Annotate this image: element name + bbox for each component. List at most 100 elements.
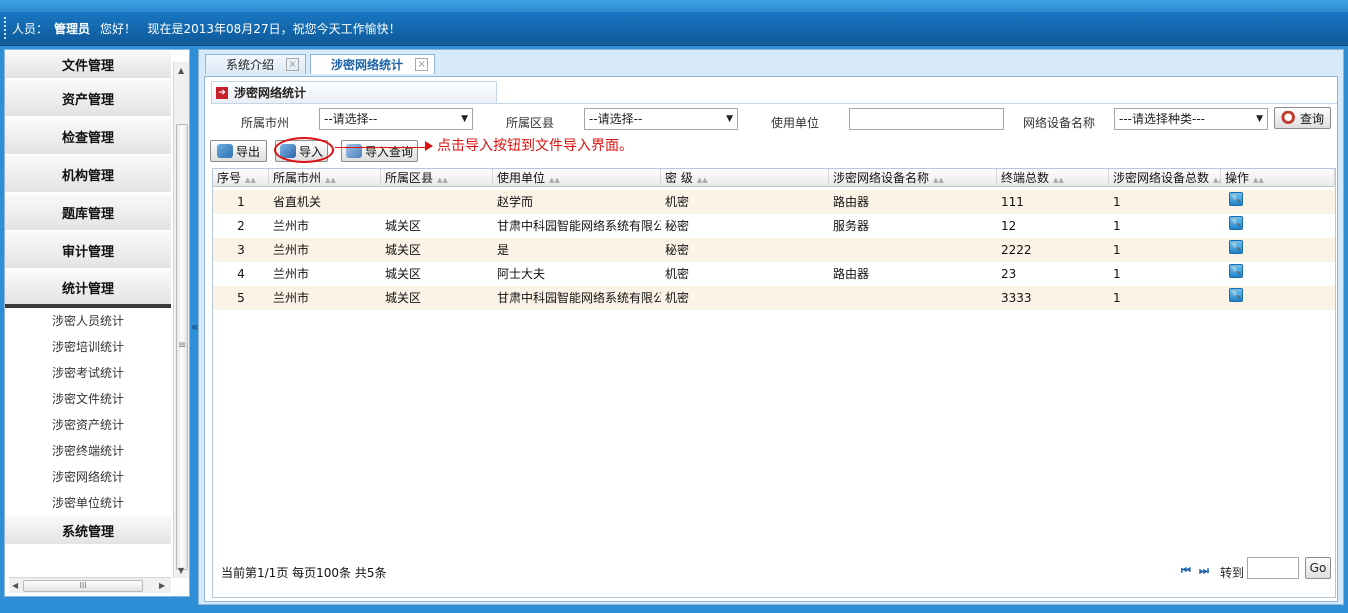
menu-section-file[interactable]: 文件管理 [5, 50, 171, 80]
tab-label: 系统介绍 [226, 58, 275, 72]
content-panel: ➜ 涉密网络统计 所属市州 --请选择-- ▼ 所属区县 --请选择-- ▼ 使… [204, 76, 1338, 602]
cell-unit: 是 [497, 243, 510, 257]
city-select-value: --请选择-- [324, 112, 378, 126]
export-button-label: 导出 [236, 144, 261, 159]
column-header-index[interactable]: 序号 ▲▲ [213, 169, 269, 187]
cell-device: 路由器 [833, 267, 870, 281]
table-row[interactable]: 4 兰州市 城关区 阿士大夫 机密 路由器 23 1 🔍 [213, 262, 1335, 286]
table-row[interactable]: 3 兰州市 城关区 是 秘密 2222 1 🔍 [213, 238, 1335, 262]
view-details-icon[interactable]: 🔍 [1229, 264, 1243, 278]
horizontal-scroll-thumb[interactable]: III [23, 580, 143, 592]
tab-system-intro[interactable]: 系统介绍 × [205, 54, 307, 74]
sidebar-vertical-scrollbar[interactable]: ▲ ≡ ▼ [173, 62, 189, 578]
cell-device-total: 1 [1113, 243, 1121, 257]
last-page-icon[interactable]: ⏭ [1199, 564, 1209, 578]
filter-bar: 所属市州 --请选择-- ▼ 所属区县 --请选择-- ▼ 使用单位 网络设备名… [211, 103, 1337, 133]
menu-section-organization[interactable]: 机构管理 [5, 156, 171, 194]
sort-icon: ▲▲ [245, 176, 256, 184]
cell-county [381, 190, 493, 214]
cell-index: 2 [237, 219, 245, 233]
column-header-action[interactable]: 操作 ▲▲ [1221, 169, 1335, 187]
column-header-device-total[interactable]: 涉密网络设备总数▲▲ [1109, 169, 1221, 187]
sort-icon: ▲▲ [325, 176, 336, 184]
main-area: 系统介绍 × 涉密网络统计 × ➜ 涉密网络统计 所属市州 --请选择-- ▼ … [198, 49, 1344, 605]
cell-city: 兰州市 [273, 243, 310, 257]
import-query-button[interactable]: 导入查询 [341, 140, 419, 162]
cell-city: 兰州市 [273, 267, 310, 281]
query-button[interactable]: 查询 [1274, 107, 1332, 129]
sidebar-item-network-stats[interactable]: 涉密网络统计 [5, 464, 171, 490]
import-query-button-label: 导入查询 [365, 144, 414, 159]
view-details-icon[interactable]: 🔍 [1229, 288, 1243, 302]
annotation-line [335, 147, 427, 148]
sort-icon: ▲▲ [696, 176, 708, 184]
column-header-device-name[interactable]: 涉密网络设备名称 ▲▲ [829, 169, 997, 187]
column-header-unit[interactable]: 使用单位 ▲▲ [493, 169, 661, 187]
greeting: 您好！ [100, 22, 137, 36]
scroll-right-arrow-icon[interactable]: ▶ [159, 581, 165, 590]
table-row[interactable]: 2 兰州市 城关区 甘肃中科园智能网络系统有限公 秘密 服务器 12 1 🔍 [213, 214, 1335, 238]
arrow-icon: ➜ [216, 86, 228, 99]
top-header: 人员： 管理员 您好！ 现在是2013年08月27日，祝您今天工作愉快！ [0, 0, 1348, 46]
first-page-icon[interactable]: ⏮ [1181, 564, 1191, 578]
export-button[interactable]: 导出 [210, 140, 268, 162]
table-row[interactable]: 5 兰州市 城关区 甘肃中科园智能网络系统有限公 机密 3333 1 🔍 [213, 286, 1335, 310]
device-select[interactable]: ---请选择种类--- ▼ [1114, 108, 1268, 130]
column-header-level[interactable]: 密 级 ▲▲ [661, 169, 829, 187]
sidebar-item-exam-stats[interactable]: 涉密考试统计 [5, 360, 171, 386]
menu-section-statistics[interactable]: 统计管理 [5, 270, 171, 308]
grid-header: 序号 ▲▲ 所属市州 ▲▲ 所属区县 ▲▲ 使用单位 ▲▲ 密 级 ▲▲ 涉密网络设备名称… [213, 169, 1335, 187]
chevron-down-icon: ▼ [461, 114, 468, 124]
county-select[interactable]: --请选择-- ▼ [584, 108, 738, 130]
view-details-icon[interactable]: 🔍 [1229, 240, 1243, 254]
menu-section-question-bank[interactable]: 题库管理 [5, 194, 171, 232]
sidebar-item-training-stats[interactable]: 涉密培训统计 [5, 334, 171, 360]
sort-icon: ▲▲ [1253, 176, 1264, 184]
cell-city: 兰州市 [273, 291, 310, 305]
unit-input[interactable] [849, 108, 1004, 130]
go-button[interactable]: Go [1305, 557, 1331, 579]
sort-icon: ▲▲ [549, 176, 560, 184]
close-icon[interactable]: × [286, 58, 300, 71]
city-select[interactable]: --请选择-- ▼ [319, 108, 473, 130]
county-select-value: --请选择-- [589, 112, 643, 126]
menu-section-system[interactable]: 系统管理 [5, 516, 171, 546]
device-label: 网络设备名称 [1023, 116, 1096, 130]
sidebar-item-unit-stats[interactable]: 涉密单位统计 [5, 490, 171, 516]
scroll-left-arrow-icon[interactable]: ◀ [12, 581, 18, 590]
cell-device-total: 1 [1113, 195, 1121, 209]
column-header-city[interactable]: 所属市州 ▲▲ [269, 169, 381, 187]
user-label: 人员： [12, 22, 49, 36]
sidebar-item-asset-stats[interactable]: 涉密资产统计 [5, 412, 171, 438]
scroll-down-arrow-icon[interactable]: ▼ [178, 566, 184, 575]
sidebar-item-document-stats[interactable]: 涉密文件统计 [5, 386, 171, 412]
cell-city: 省直机关 [273, 195, 322, 209]
scroll-up-arrow-icon[interactable]: ▲ [178, 66, 184, 75]
menu-section-asset[interactable]: 资产管理 [5, 80, 171, 118]
sidebar: 文件管理 资产管理 检查管理 机构管理 题库管理 审计管理 统计管理 涉密人员统… [4, 49, 190, 597]
panel-title-text: 涉密网络统计 [234, 86, 307, 100]
sidebar-horizontal-scrollbar[interactable]: ◀ III ▶ [9, 577, 171, 593]
view-details-icon[interactable]: 🔍 [1229, 192, 1243, 206]
panel-title: ➜ 涉密网络统计 [211, 81, 497, 103]
close-icon[interactable]: × [415, 58, 429, 71]
cell-device: 路由器 [833, 195, 870, 209]
tab-network-stats[interactable]: 涉密网络统计 × [310, 54, 436, 74]
sidebar-item-personnel-stats[interactable]: 涉密人员统计 [5, 308, 171, 334]
cell-unit: 甘肃中科园智能网络系统有限公 [497, 219, 661, 233]
table-row[interactable]: 1 省直机关 赵学而 机密 路由器 111 1 🔍 [213, 190, 1335, 214]
menu-section-audit[interactable]: 审计管理 [5, 232, 171, 270]
column-header-terminal-total[interactable]: 终端总数 ▲▲ [997, 169, 1109, 187]
tab-label: 涉密网络统计 [331, 58, 404, 72]
column-header-county[interactable]: 所属区县 ▲▲ [381, 169, 493, 187]
goto-page-input[interactable] [1247, 557, 1299, 579]
cell-device-total: 1 [1113, 219, 1121, 233]
cell-index: 5 [237, 291, 245, 305]
cell-terminals: 111 [1001, 195, 1024, 209]
view-details-icon[interactable]: 🔍 [1229, 216, 1243, 230]
chevron-down-icon: ▼ [1256, 114, 1263, 124]
cell-county: 城关区 [385, 267, 422, 281]
menu-section-inspection[interactable]: 检查管理 [5, 118, 171, 156]
query-button-label: 查询 [1300, 111, 1325, 126]
sidebar-item-terminal-stats[interactable]: 涉密终端统计 [5, 438, 171, 464]
